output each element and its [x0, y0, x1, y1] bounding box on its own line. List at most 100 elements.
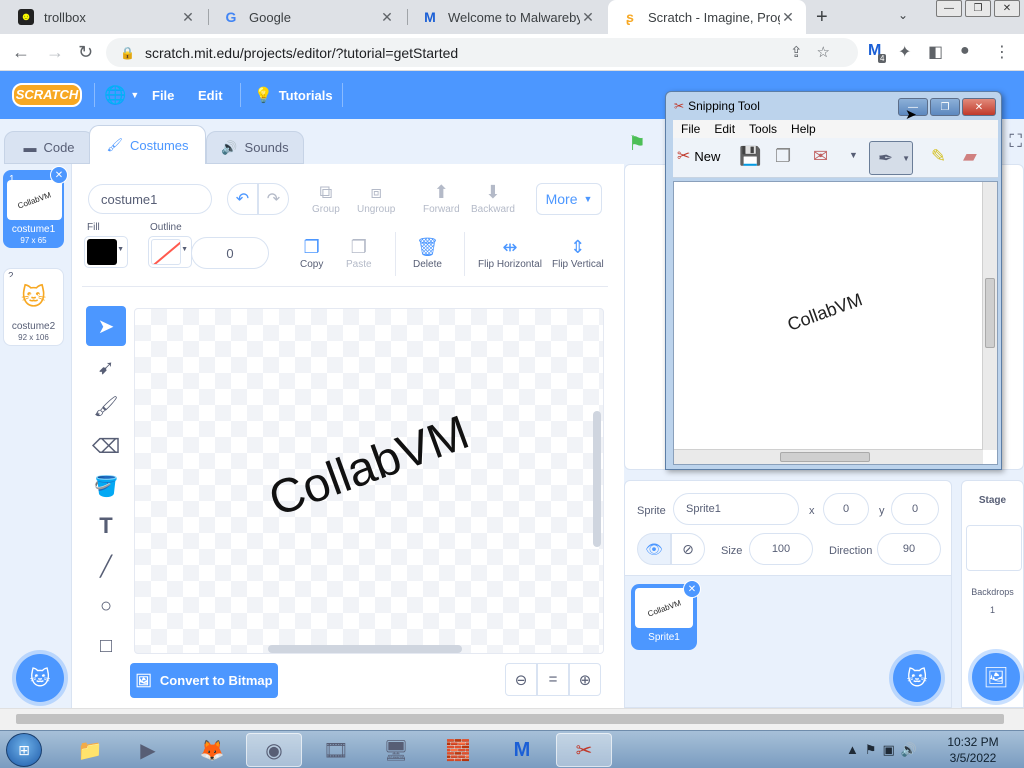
- choose-backdrop-button[interactable]: 🖼: [972, 653, 1020, 701]
- snip-menu-tools[interactable]: Tools: [749, 122, 777, 136]
- canvas-vertical-scrollbar[interactable]: [593, 411, 601, 547]
- sprite-tile-sprite1[interactable]: CollabVM Sprite1 ✕: [631, 580, 701, 650]
- chrome-icon[interactable]: ◉: [246, 733, 302, 767]
- language-menu[interactable]: 🌐 ▼: [104, 71, 139, 119]
- edit-menu[interactable]: Edit: [198, 71, 223, 119]
- tutorials-menu[interactable]: 💡 Tutorials: [254, 71, 333, 119]
- extensions-puzzle-icon[interactable]: ✦: [898, 42, 911, 62]
- address-bar[interactable]: 🔒 scratch.mit.edu/projects/editor/?tutor…: [106, 38, 858, 67]
- copy-icon[interactable]: ❐: [775, 146, 791, 167]
- snip-close-icon[interactable]: ✕: [962, 98, 996, 116]
- explorer-folder-icon[interactable]: 📁: [62, 733, 118, 767]
- profile-avatar-icon[interactable]: ●: [960, 42, 970, 60]
- zoom-out-icon[interactable]: ⊖: [505, 663, 537, 696]
- reshape-tool-icon[interactable]: ➹: [86, 347, 126, 387]
- close-tab-icon[interactable]: ✕: [580, 9, 596, 26]
- snip-horizontal-scrollbar[interactable]: [674, 449, 983, 464]
- y-position-input[interactable]: 0: [891, 493, 939, 525]
- costume-tile-1[interactable]: 1 CollabVM costume1 97 x 65 ✕: [3, 166, 68, 248]
- canvas-text-object[interactable]: CollabVM: [262, 405, 476, 528]
- zoom-reset-button[interactable]: =: [537, 663, 569, 696]
- size-input[interactable]: 100: [749, 533, 813, 565]
- share-and-bookmark-icons[interactable]: ⇪☆: [790, 43, 844, 61]
- zoom-in-icon[interactable]: ⊕: [569, 663, 601, 696]
- close-tab-icon[interactable]: ✕: [180, 9, 196, 26]
- snip-vertical-scrollbar[interactable]: [982, 182, 997, 450]
- firefox-icon[interactable]: 🦊: [184, 733, 240, 767]
- fullscreen-icon[interactable]: ⛶: [1009, 131, 1022, 152]
- maximize-icon[interactable]: ❐: [965, 0, 991, 17]
- file-menu[interactable]: File: [152, 71, 174, 119]
- backward-button[interactable]: ⬇ Backward: [471, 182, 515, 215]
- redo-icon[interactable]: ↷: [258, 183, 289, 215]
- save-icon[interactable]: 💾: [739, 146, 761, 167]
- scrollbar-thumb[interactable]: [16, 714, 1004, 724]
- rectangle-tool-icon[interactable]: □: [86, 626, 126, 666]
- canvas-horizontal-scrollbar[interactable]: [268, 645, 462, 653]
- direction-input[interactable]: 90: [877, 533, 941, 565]
- chevron-down-icon[interactable]: ▼: [849, 150, 858, 160]
- delete-button[interactable]: 🗑 Delete: [413, 237, 442, 270]
- page-horizontal-scrollbar[interactable]: [0, 708, 1024, 730]
- scratch-logo[interactable]: SCRATCH: [12, 83, 82, 107]
- text-tool-icon[interactable]: T: [86, 506, 126, 546]
- group-button[interactable]: ⧉ Group: [312, 182, 340, 215]
- snipping-tool-taskbar-icon[interactable]: ✂: [556, 733, 612, 767]
- circle-tool-icon[interactable]: ○: [86, 586, 126, 626]
- more-button[interactable]: More ▼: [536, 183, 602, 215]
- start-button-windows-icon[interactable]: ⊞: [6, 733, 42, 767]
- clock[interactable]: 10:32 PM 3/5/2022: [938, 734, 1008, 766]
- pen-tool-button[interactable]: ✒ ▼: [869, 141, 913, 175]
- tab-search-chevron-icon[interactable]: ⌄: [898, 8, 908, 22]
- x-position-input[interactable]: 0: [823, 493, 869, 525]
- tab-sounds[interactable]: 🔊 Sounds: [206, 131, 304, 164]
- green-flag-icon[interactable]: ⚑: [628, 131, 646, 156]
- reload-icon[interactable]: ↻: [78, 42, 93, 63]
- sprite-name-input[interactable]: Sprite1: [673, 493, 799, 525]
- choose-sprite-button[interactable]: 🐱: [893, 654, 941, 702]
- eraser-tool-icon[interactable]: ⌫: [86, 426, 126, 466]
- tab-trollbox[interactable]: ☻ trollbox ✕: [4, 0, 206, 34]
- media-player-icon[interactable]: ▶: [120, 733, 176, 767]
- convert-to-bitmap-button[interactable]: 🖼 Convert to Bitmap: [130, 663, 278, 698]
- show-sprite-eye-icon[interactable]: 👁: [637, 533, 671, 565]
- control-panel-icon[interactable]: 🖥: [368, 733, 424, 767]
- tab-google[interactable]: G Google ✕: [209, 0, 405, 34]
- flip-horizontal-button[interactable]: ⇹ Flip Horizontal: [478, 237, 542, 270]
- paste-button[interactable]: ❐ Paste: [346, 237, 372, 270]
- outline-width-input[interactable]: 0: [191, 237, 269, 269]
- side-panel-icon[interactable]: ◧: [928, 42, 943, 62]
- tab-costumes[interactable]: 🖌 Costumes: [89, 125, 206, 164]
- flip-vertical-button[interactable]: ⇕ Flip Vertical: [552, 237, 604, 270]
- snip-menu-file[interactable]: File: [681, 122, 700, 136]
- hide-sprite-icon[interactable]: ⊘: [671, 533, 705, 565]
- fill-color-picker[interactable]: ▼: [84, 236, 128, 268]
- close-tab-icon[interactable]: ✕: [379, 9, 395, 26]
- tab-code[interactable]: ▬ Code: [4, 131, 94, 164]
- stage-selector-panel[interactable]: Stage Backdrops 1 🖼: [961, 480, 1024, 708]
- brush-tool-icon[interactable]: 🖌: [86, 386, 126, 426]
- ungroup-button[interactable]: ⧈ Ungroup: [357, 182, 395, 215]
- delete-sprite-icon[interactable]: ✕: [683, 580, 701, 598]
- firewall-icon[interactable]: 🧱: [430, 733, 486, 767]
- snip-maximize-icon[interactable]: ❐: [930, 98, 960, 116]
- line-tool-icon[interactable]: ╱: [86, 546, 126, 586]
- copy-button[interactable]: ❐ Copy: [300, 237, 323, 270]
- delete-costume-icon[interactable]: ✕: [50, 166, 68, 184]
- forward-button[interactable]: ⬆ Forward: [423, 182, 460, 215]
- select-tool-arrow-icon[interactable]: ➤: [86, 306, 126, 346]
- chrome-menu-icon[interactable]: ⋮: [994, 42, 1010, 62]
- undo-icon[interactable]: ↶: [227, 183, 258, 215]
- send-snip-icon[interactable]: ✉: [813, 146, 828, 167]
- minimize-icon[interactable]: —: [936, 0, 962, 17]
- close-window-icon[interactable]: ✕: [994, 0, 1020, 17]
- new-tab-icon[interactable]: +: [816, 6, 828, 29]
- drawing-canvas[interactable]: CollabVM: [134, 308, 604, 654]
- movie-maker-icon[interactable]: 🎞: [308, 733, 364, 767]
- highlighter-icon[interactable]: ✎: [931, 146, 946, 167]
- forward-arrow-icon[interactable]: →: [46, 42, 64, 63]
- close-tab-icon[interactable]: ✕: [780, 9, 796, 26]
- malwarebytes-icon[interactable]: M: [494, 733, 550, 767]
- snip-menu-edit[interactable]: Edit: [714, 122, 735, 136]
- snip-menu-help[interactable]: Help: [791, 122, 816, 136]
